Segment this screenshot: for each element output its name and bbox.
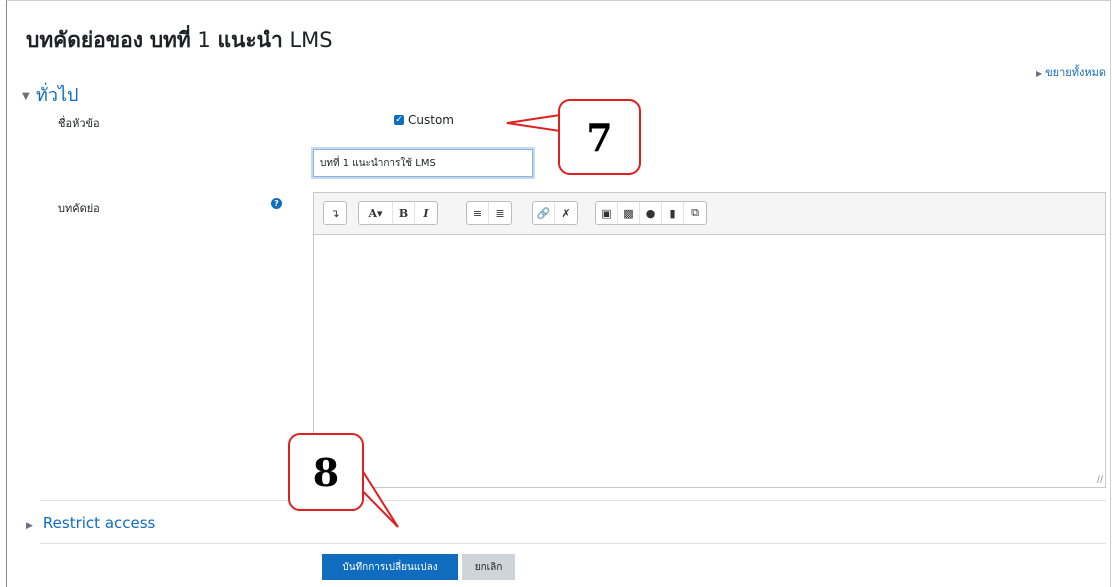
callout-8: 8: [288, 433, 364, 511]
callout-pointers: [339, 113, 561, 528]
callout-7: 7: [558, 99, 641, 175]
callout-7-pointer: [506, 113, 561, 133]
